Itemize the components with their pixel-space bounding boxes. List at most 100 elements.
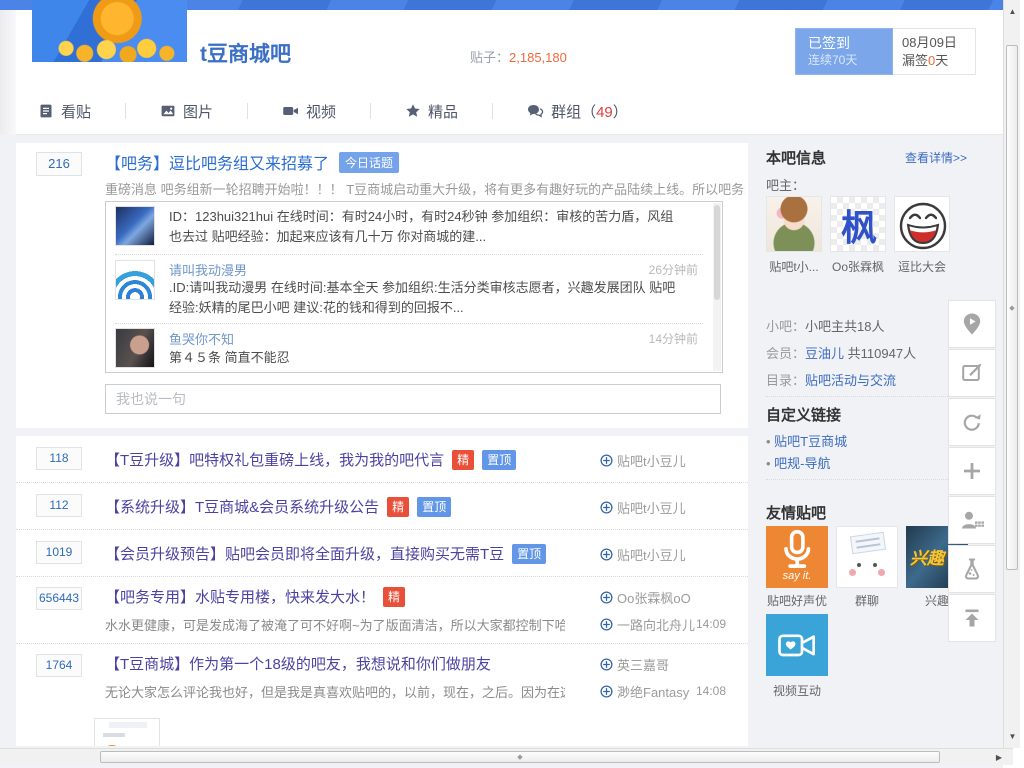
friend-forum-name[interactable]: 贴吧好声优 [762, 592, 832, 609]
reply-count-badge: 1764 [36, 654, 82, 677]
certified-icon [600, 618, 613, 631]
featured-thread-title[interactable]: 【吧务】逗比吧务组又来招募了 [105, 150, 329, 174]
manager-avatar[interactable] [894, 196, 950, 252]
tile-caption-text: say it. [766, 570, 828, 582]
thread-title[interactable]: 【系统升级】T豆商城&会员系统升级公告 [105, 496, 379, 517]
nav-separator [247, 103, 248, 119]
forum-nav: 看贴 图片 视频 精品 群组（49） [16, 88, 1003, 135]
view-details-link[interactable]: 查看详情>> [905, 149, 967, 166]
tieba-forum-page: t豆商城吧 贴子：2,185,180 已签到 连续70天 08月09日 漏签0天… [0, 0, 1024, 768]
avatar[interactable] [115, 206, 155, 246]
certified-icon [600, 685, 613, 698]
avatar-character: 枫 [831, 199, 886, 251]
collect-plus-button[interactable] [948, 447, 996, 495]
thread-author[interactable]: Oo张霖枫oO [617, 588, 691, 607]
posts-count-line: 贴子：2,185,180 [470, 47, 567, 66]
user-service-icon [959, 508, 985, 532]
tab-groups[interactable]: 群组（49） [527, 101, 628, 122]
custom-link[interactable]: 贴吧T豆商城 [766, 431, 847, 450]
comment-author[interactable]: 请叫我动漫男 [169, 260, 247, 279]
vertical-scrollbar[interactable] [1003, 0, 1020, 748]
friend-forum-tile[interactable]: say it. [766, 526, 828, 588]
signed-in-status: 已签到 [808, 34, 892, 52]
tab-posts[interactable]: 看贴 [38, 101, 91, 122]
horizontal-scroll-thumb[interactable] [100, 751, 940, 763]
assistant-managers-line: 小吧：小吧主共18人 [766, 316, 884, 335]
certified-icon [600, 591, 613, 604]
friend-forum-name[interactable]: 视频互动 [762, 682, 832, 699]
members-line: 会员：豆油儿 共110947人 [766, 343, 916, 362]
friend-forum-tile[interactable] [836, 526, 898, 588]
manager-name[interactable]: Oo张霖枫 [826, 258, 890, 275]
thread-author[interactable]: 贴吧t小豆儿 [617, 451, 686, 470]
comments-scrollbar[interactable] [713, 203, 721, 371]
reply-count-badge: 118 [36, 447, 82, 470]
custom-link[interactable]: 吧规-导航 [766, 453, 831, 472]
tab-posts-label: 看贴 [61, 101, 91, 122]
thread-author[interactable]: 贴吧t小豆儿 [617, 498, 686, 517]
tab-images[interactable]: 图片 [160, 101, 213, 122]
manager-name[interactable]: 逗比大会 [890, 258, 954, 275]
sticky-badge: 置顶 [482, 450, 516, 470]
comments-scroll-thumb[interactable] [714, 205, 720, 300]
thread-title[interactable]: 【吧务专用】水贴专用楼，快来发大水！ [105, 586, 375, 607]
plus-icon [960, 459, 984, 483]
certified-icon [600, 548, 613, 561]
experiment-button[interactable] [948, 545, 996, 593]
groups-count: 49 [596, 104, 613, 121]
missed-days-line: 漏签0天 [902, 52, 975, 69]
customer-service-button[interactable] [948, 496, 996, 544]
last-reply-time: 14:09 [696, 617, 726, 631]
sign-graphic [850, 532, 886, 555]
signin-pin-button[interactable] [948, 300, 996, 348]
reply-count-badge: 1019 [36, 541, 82, 564]
today-topic-badge: 今日话题 [339, 152, 399, 173]
comment-author[interactable]: 鱼哭你不知 [169, 329, 234, 348]
comment-time: 26分钟前 [649, 261, 698, 278]
comment-divider [115, 254, 703, 255]
horizontal-scrollbar[interactable] [0, 748, 1013, 765]
video-icon [282, 103, 299, 119]
refresh-button[interactable] [948, 398, 996, 446]
avatar[interactable] [115, 260, 155, 300]
manager-avatar[interactable]: 枫 [830, 196, 886, 252]
quick-reply-input[interactable] [105, 384, 721, 414]
manager-avatar[interactable] [766, 196, 822, 252]
last-replier[interactable]: 一路向北舟儿 [617, 615, 695, 634]
thread-title[interactable]: 【T豆升级】吧特权礼包重磅上线，我为我的吧代言 [105, 449, 444, 470]
vertical-scroll-thumb[interactable] [1006, 45, 1018, 570]
signed-in-button[interactable]: 已签到 连续70天 [795, 28, 893, 75]
flask-icon [960, 557, 984, 581]
thread-author[interactable]: 英三嘉哥 [617, 655, 669, 674]
manager-name[interactable]: 贴吧t小... [762, 258, 826, 275]
thread-abstract: 无论大家怎么评论我也好，但是我是真喜欢贴吧的，以前，现在，之后。因为在这... [105, 682, 565, 701]
last-reply-time: 14:08 [696, 684, 726, 698]
friend-forum-tile[interactable] [766, 614, 828, 676]
custom-links-title: 自定义链接 [766, 404, 841, 425]
thread-thumbnail-image[interactable] [94, 718, 160, 746]
tab-featured[interactable]: 精品 [405, 101, 458, 122]
video-heart-icon [777, 628, 817, 662]
member-title-link[interactable]: 豆油儿 [805, 346, 844, 361]
new-post-button[interactable] [948, 349, 996, 397]
scroll-up-button[interactable] [1006, 3, 1019, 19]
avatar[interactable] [115, 328, 155, 368]
scroll-down-button[interactable] [1006, 728, 1019, 744]
essence-badge: 精 [383, 587, 405, 607]
thread-title[interactable]: 【会员升级预告】贴吧会员即将全面升级，直接购买无需T豆 [105, 543, 504, 564]
certified-icon [600, 454, 613, 467]
tab-videos[interactable]: 视频 [282, 101, 336, 122]
back-to-top-button[interactable] [948, 594, 996, 642]
signin-streak: 连续70天 [808, 52, 892, 68]
scroll-right-button[interactable] [988, 751, 1010, 764]
friend-forum-name[interactable]: 群聊 [832, 592, 902, 609]
category-link[interactable]: 贴吧活动与交流 [805, 373, 896, 388]
thread-title[interactable]: 【T豆商城】作为第一个18级的吧友，我想说和你们做朋友 [105, 653, 491, 674]
managers-label: 吧主： [766, 175, 805, 194]
forum-avatar-image[interactable] [32, 0, 187, 62]
comment-text: .ID:请叫我动漫男 在线时间:基本全天 参加组织:生活分类审核志愿者，兴趣发展… [169, 278, 679, 318]
microphone-icon [766, 528, 828, 572]
table-row: 112 【系统升级】T豆商城&会员系统升级公告 精 置顶 贴吧t小豆儿 [16, 483, 748, 530]
thread-author[interactable]: 贴吧t小豆儿 [617, 545, 686, 564]
last-replier[interactable]: 渺绝Fantasy [617, 682, 689, 701]
